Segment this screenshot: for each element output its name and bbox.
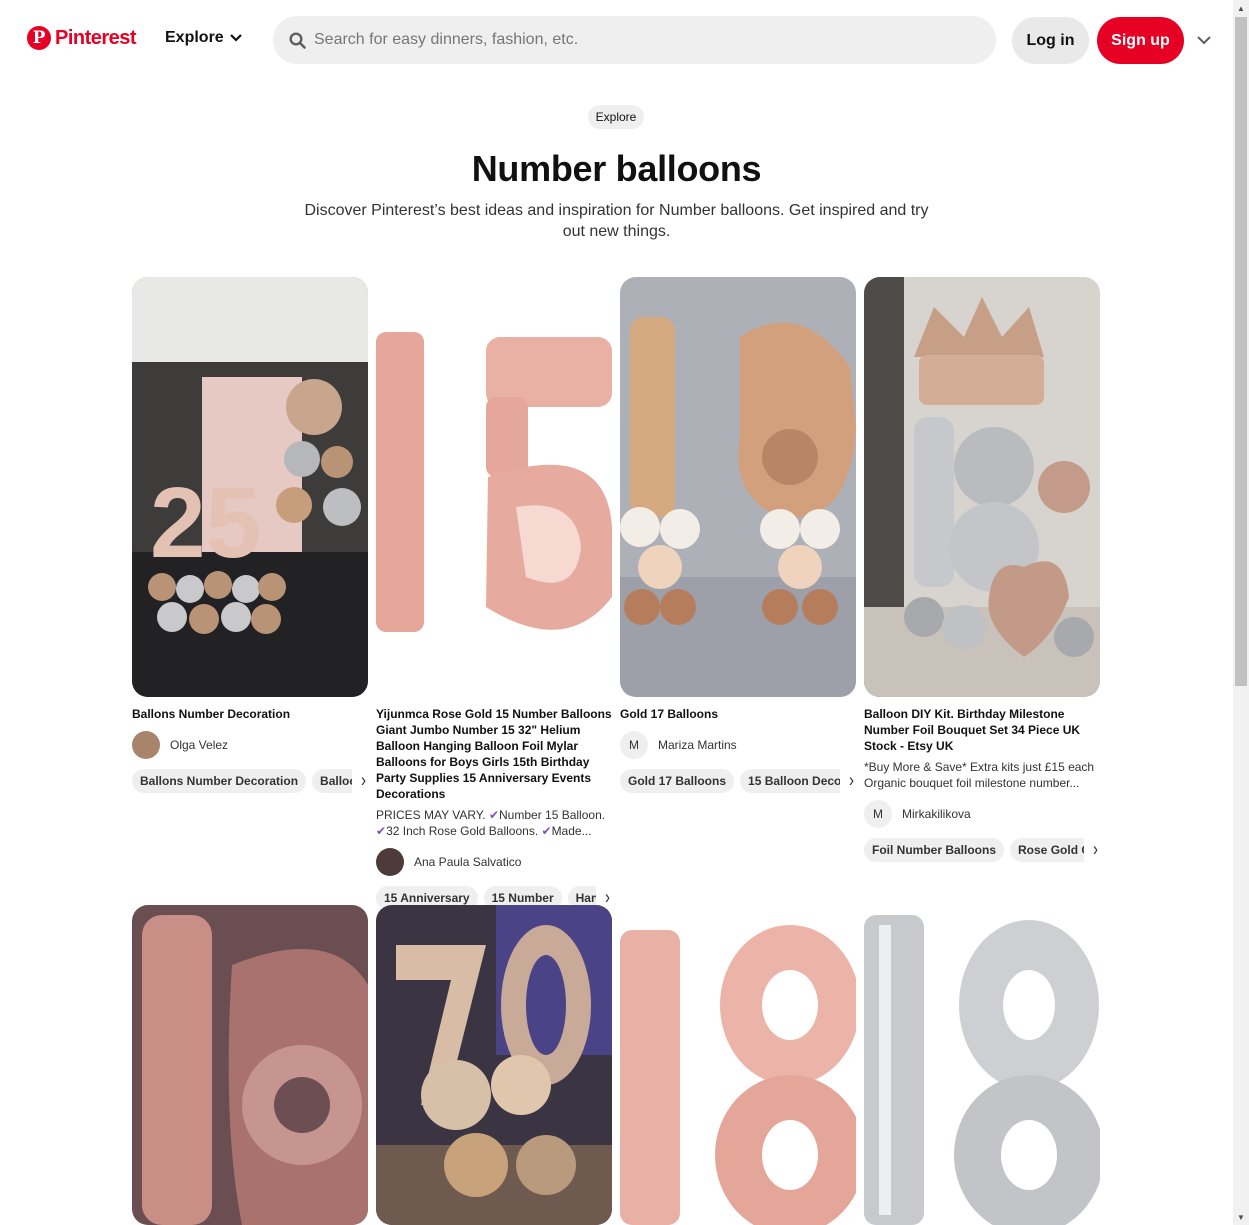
pin-image[interactable] xyxy=(376,905,612,1225)
tag-chip[interactable]: Rose Gold Cr xyxy=(1010,838,1084,862)
tag-chip[interactable]: Gold 17 Balloons xyxy=(620,769,735,793)
scrollbar-thumb[interactable] xyxy=(1235,17,1247,686)
pin-author[interactable]: M Mariza Martins xyxy=(620,731,856,759)
chevron-right-icon[interactable]: › xyxy=(361,769,366,791)
author-name: Mirkakilikova xyxy=(902,807,971,821)
check-icon: ✔ xyxy=(376,824,387,838)
pin-tags: Foil Number Balloons Rose Gold Cr › xyxy=(864,838,1100,862)
chevron-right-icon[interactable]: › xyxy=(849,769,854,791)
avatar: M xyxy=(620,731,648,759)
pin-card[interactable]: Gold 17 Balloons M Mariza Martins Gold 1… xyxy=(620,277,856,793)
tag-chip[interactable]: 15 Balloon Decorat xyxy=(740,769,840,793)
pin-title[interactable]: Balloon DIY Kit. Birthday Milestone Numb… xyxy=(864,706,1100,754)
author-name: Olga Velez xyxy=(170,738,229,752)
avatar xyxy=(376,848,404,876)
search-bar[interactable] xyxy=(273,16,996,64)
tag-chip[interactable]: Balloon xyxy=(312,769,352,793)
tag-track: Gold 17 Balloons 15 Balloon Decorat xyxy=(620,769,840,793)
desc-text: Made... xyxy=(551,824,592,838)
pin-image[interactable] xyxy=(864,905,1100,1225)
breadcrumb[interactable]: Explore xyxy=(588,105,644,129)
pin-image[interactable] xyxy=(620,277,856,697)
tag-track: Ballons Number Decoration Balloon xyxy=(132,769,352,793)
pin-card[interactable]: Yijunmca Rose Gold 15 Number Balloons Gi… xyxy=(376,277,612,910)
page-scrollbar[interactable]: ▲ ▼ xyxy=(1233,0,1249,1225)
chevron-right-icon[interactable]: › xyxy=(1093,838,1098,860)
explore-label: Explore xyxy=(165,29,224,46)
avatar: M xyxy=(864,800,892,828)
pin-card[interactable]: Balloon DIY Kit. Birthday Milestone Numb… xyxy=(864,277,1100,862)
pin-image[interactable] xyxy=(376,277,612,697)
pin-description: PRICES MAY VARY. ✔Number 15 Balloon. ✔32… xyxy=(376,807,612,839)
pin-author[interactable]: M Mirkakilikova xyxy=(864,800,1100,828)
chevron-down-icon xyxy=(229,34,242,42)
tag-chip[interactable]: Ballons Number Decoration xyxy=(132,769,307,793)
tag-chip[interactable]: Foil Number Balloons xyxy=(864,838,1005,862)
scroll-down-arrow-icon[interactable]: ▼ xyxy=(1233,1209,1249,1225)
check-icon: ✔ xyxy=(488,808,500,822)
pinterest-logo-icon: P xyxy=(27,26,51,50)
pinterest-logo[interactable]: P Pinterest xyxy=(27,26,137,50)
pin-title[interactable]: Gold 17 Balloons xyxy=(620,706,856,722)
pin-image[interactable] xyxy=(864,277,1100,697)
search-input[interactable] xyxy=(314,31,974,49)
tag-track: Foil Number Balloons Rose Gold Cr xyxy=(864,838,1084,862)
pin-description: *Buy More & Save* Extra kits just £15 ea… xyxy=(864,760,1095,790)
pin-card[interactable]: 25 Ballons Number Decoration Olga Velez … xyxy=(132,277,368,793)
chevron-right-icon[interactable]: › xyxy=(605,886,610,908)
scroll-up-arrow-icon[interactable]: ▲ xyxy=(1233,0,1249,16)
pin-author[interactable]: Olga Velez xyxy=(132,731,368,759)
pin-image[interactable] xyxy=(132,905,368,1225)
desc-text: PRICES MAY VARY. xyxy=(376,808,486,822)
top-header: P Pinterest Explore Log in Sign up xyxy=(0,0,1233,80)
pin-title[interactable]: Yijunmca Rose Gold 15 Number Balloons Gi… xyxy=(376,706,612,802)
desc-text: Number 15 Balloon. xyxy=(499,808,606,822)
pin-tags: Gold 17 Balloons 15 Balloon Decorat › xyxy=(620,769,856,793)
pin-tags: Ballons Number Decoration Balloon › xyxy=(132,769,368,793)
search-icon xyxy=(289,31,306,49)
page-title: Number balloons xyxy=(471,148,762,189)
svg-text:25: 25 xyxy=(150,467,261,579)
signup-button[interactable]: Sign up xyxy=(1097,17,1184,64)
pin-image[interactable] xyxy=(620,905,856,1225)
more-options-button[interactable] xyxy=(1194,30,1214,50)
avatar xyxy=(132,731,160,759)
author-name: Ana Paula Salvatico xyxy=(414,855,522,869)
pin-title[interactable]: Ballons Number Decoration xyxy=(132,706,368,722)
chevron-down-icon xyxy=(1197,35,1211,44)
pin-author[interactable]: Ana Paula Salvatico xyxy=(376,848,612,876)
explore-menu-button[interactable]: Explore xyxy=(165,29,242,47)
pin-image[interactable]: 25 xyxy=(132,277,368,697)
logo-text: Pinterest xyxy=(55,26,137,49)
author-name: Mariza Martins xyxy=(658,738,737,752)
desc-text: 32 Inch Rose Gold Balloons. xyxy=(386,824,539,838)
check-icon: ✔ xyxy=(541,824,552,838)
page-description: Discover Pinterest’s best ideas and insp… xyxy=(304,202,929,240)
login-button[interactable]: Log in xyxy=(1012,17,1089,64)
